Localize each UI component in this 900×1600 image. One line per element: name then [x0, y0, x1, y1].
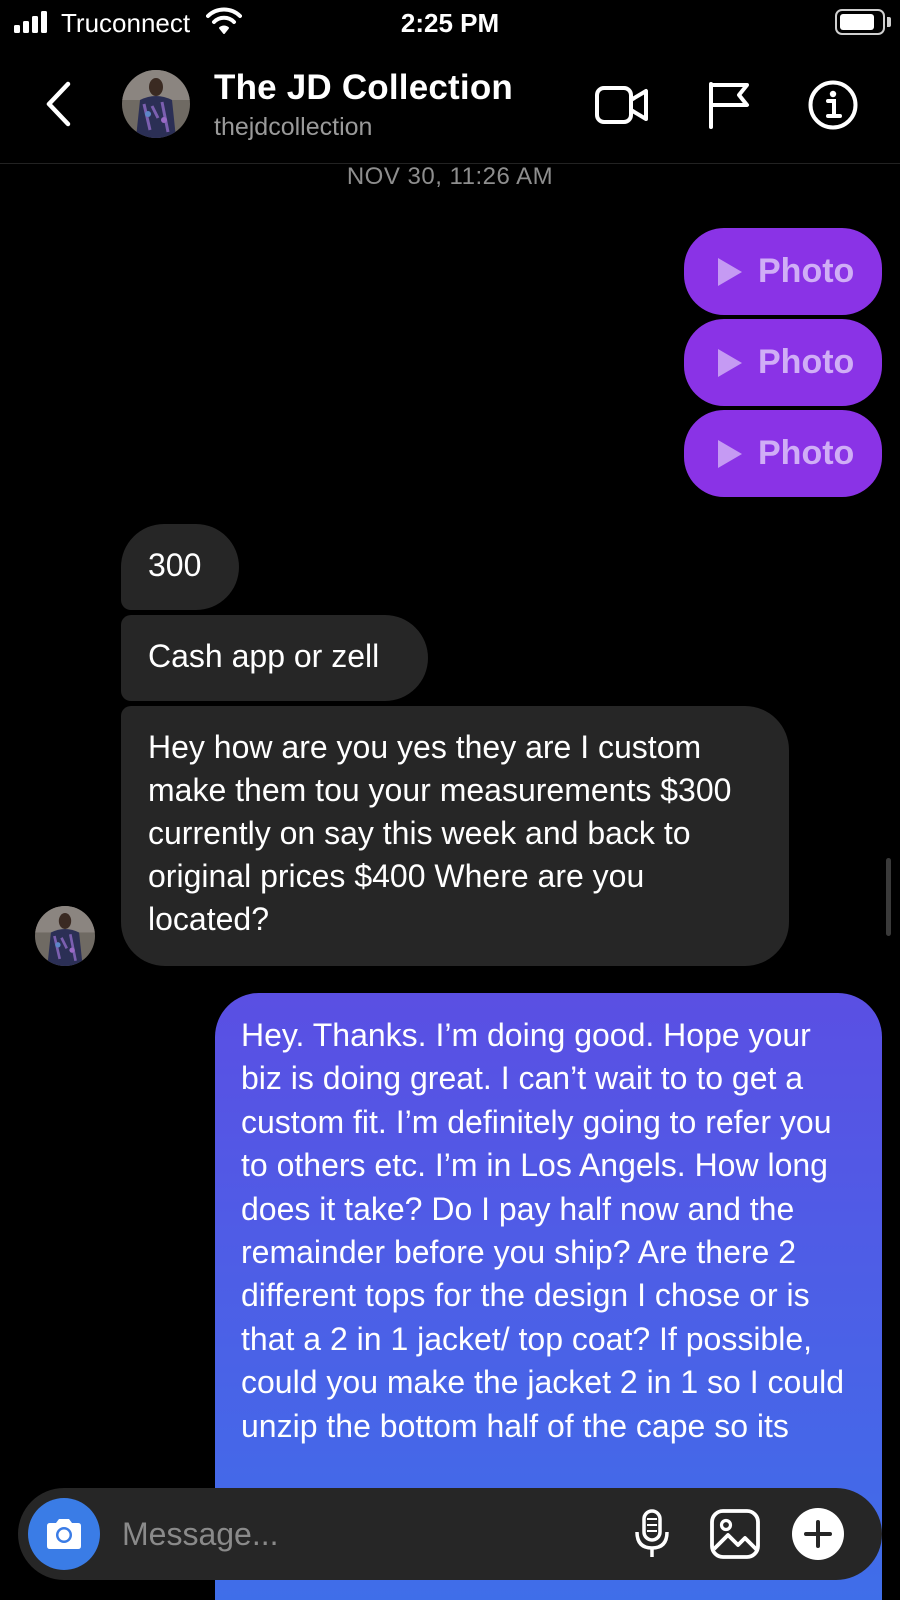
voice-message-button[interactable] — [622, 1504, 682, 1564]
sender-avatar[interactable] — [35, 906, 95, 966]
camera-button[interactable] — [28, 1498, 100, 1570]
sent-photo-message[interactable]: Photo — [684, 410, 882, 497]
battery-icon — [835, 9, 885, 35]
sent-photo-message[interactable]: Photo — [684, 319, 882, 406]
status-bar: Truconnect 2:25 PM — [0, 0, 900, 46]
play-icon — [718, 257, 742, 286]
chat-header: The JD Collection thejdcollection — [0, 46, 900, 164]
back-button[interactable] — [36, 76, 80, 132]
gallery-button[interactable] — [705, 1504, 765, 1564]
sent-photo-message[interactable]: Photo — [684, 228, 882, 315]
photo-label: Photo — [758, 434, 855, 472]
video-call-button[interactable] — [593, 76, 651, 134]
plus-icon — [792, 1508, 844, 1560]
message-input[interactable] — [122, 1510, 592, 1558]
more-options-button[interactable] — [788, 1504, 848, 1564]
message-composer — [18, 1488, 882, 1580]
contact-name[interactable]: The JD Collection — [214, 68, 513, 108]
info-button[interactable] — [804, 76, 862, 134]
video-call-icon — [595, 86, 648, 124]
scroll-indicator[interactable] — [886, 858, 891, 936]
message-timestamp: NOV 30, 11:26 AM — [346, 163, 554, 190]
report-flag-button[interactable] — [700, 76, 758, 134]
photo-label: Photo — [758, 252, 855, 290]
gallery-icon — [710, 1509, 760, 1559]
battery-tip — [887, 17, 891, 27]
contact-handle[interactable]: thejdcollection — [214, 113, 372, 142]
contact-avatar[interactable] — [122, 70, 190, 138]
received-message[interactable]: Hey how are you yes they are I custom ma… — [121, 706, 789, 966]
report-flag-icon — [709, 82, 749, 129]
received-message[interactable]: 300 — [121, 524, 239, 610]
play-icon — [718, 348, 742, 377]
play-icon — [718, 439, 742, 468]
status-time: 2:25 PM — [400, 8, 500, 38]
photo-label: Photo — [758, 343, 855, 381]
microphone-icon — [635, 1509, 669, 1557]
info-icon — [808, 80, 858, 130]
received-message[interactable]: Cash app or zell — [121, 615, 428, 701]
camera-icon — [47, 1519, 81, 1549]
back-icon — [46, 81, 71, 127]
